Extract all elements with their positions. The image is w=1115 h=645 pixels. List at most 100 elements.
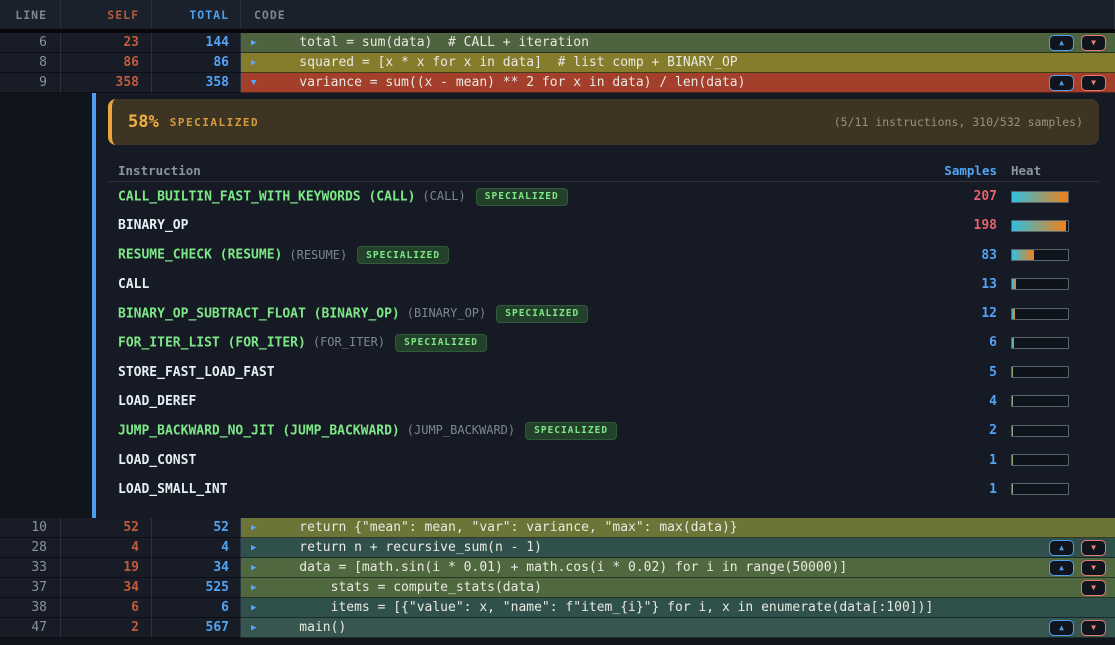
instruction-sample-count: 6: [937, 335, 997, 350]
heat-bar: [1011, 366, 1069, 378]
code-row-line-6: 623144▶ total = sum(data) # CALL + itera…: [0, 33, 1115, 53]
instruction-row: CALL13: [108, 270, 1099, 299]
instruction-opcode-label: JUMP_BACKWARD_NO_JIT (JUMP_BACKWARD): [118, 423, 400, 438]
expand-row-icon[interactable]: ▶: [251, 58, 268, 68]
self-samples: 6: [61, 598, 152, 618]
samples-column-header: Samples: [937, 163, 997, 178]
instruction-row: STORE_FAST_LOAD_FAST5: [108, 358, 1099, 387]
instruction-opcode-label: STORE_FAST_LOAD_FAST: [118, 365, 275, 380]
profiler-app: LINE SELF TOTAL CODE 623144▶ total = sum…: [0, 0, 1115, 645]
heat-bar: [1011, 483, 1069, 495]
expand-row-icon[interactable]: ▶: [251, 563, 268, 573]
code-cell: ▶ items = [{"value": x, "name": f"item_{…: [241, 598, 1115, 618]
instruction-base-opcode: (BINARY_OP): [407, 306, 486, 320]
code-cell: ▶ total = sum(data) # CALL + iteration▲▼: [241, 33, 1115, 53]
instruction-opcode-label: CALL: [118, 277, 149, 292]
code-row-line-28: 2844▶ return n + recursive_sum(n - 1)▲▼: [0, 538, 1115, 558]
jump-down-button[interactable]: ▼: [1081, 35, 1106, 51]
jump-down-button[interactable]: ▼: [1081, 620, 1106, 636]
heat-bar: [1011, 425, 1069, 437]
expand-row-icon[interactable]: ▶: [251, 623, 268, 633]
code-source-text: return n + recursive_sum(n - 1): [268, 540, 1049, 555]
code-row-line-47: 472567▶ main()▲▼: [0, 618, 1115, 638]
column-header-code: CODE: [241, 0, 1115, 29]
column-header-self: SELF: [61, 0, 152, 29]
jump-up-button[interactable]: ▲: [1049, 540, 1074, 556]
instruction-name: JUMP_BACKWARD_NO_JIT (JUMP_BACKWARD) (JUM…: [108, 422, 937, 440]
heat-column-header: Heat: [1011, 163, 1099, 178]
instruction-sample-count: 12: [937, 306, 997, 321]
jump-up-button[interactable]: ▲: [1049, 35, 1074, 51]
instruction-opcode-label: RESUME_CHECK (RESUME): [118, 248, 282, 263]
instruction-opcode-label: LOAD_DEREF: [118, 394, 196, 409]
code-row-line-9: 9358358▼ variance = sum((x - mean) ** 2 …: [0, 73, 1115, 93]
expand-row-icon[interactable]: ▶: [251, 523, 268, 533]
jump-up-button[interactable]: ▲: [1049, 620, 1074, 636]
self-samples: 4: [61, 538, 152, 558]
total-samples: 52: [152, 518, 241, 538]
instruction-row: LOAD_CONST1: [108, 445, 1099, 474]
code-source-text: data = [math.sin(i * 0.01) + math.cos(i …: [268, 560, 1049, 575]
row-nav-buttons: ▲▼: [1049, 35, 1106, 51]
instruction-table-header: Instruction Samples Heat: [108, 159, 1099, 182]
expand-row-icon[interactable]: ▶: [251, 583, 268, 593]
specialized-badge: SPECIALIZED: [476, 188, 568, 206]
code-source-text: variance = sum((x - mean) ** 2 for x in …: [268, 75, 1049, 90]
collapse-row-icon[interactable]: ▼: [251, 78, 268, 88]
instruction-sample-count: 2: [937, 423, 997, 438]
expand-row-icon[interactable]: ▶: [251, 38, 268, 48]
self-samples: 19: [61, 558, 152, 578]
jump-down-button[interactable]: ▼: [1081, 560, 1106, 576]
jump-down-button[interactable]: ▼: [1081, 540, 1106, 556]
row-nav-buttons: ▲▼: [1049, 540, 1106, 556]
code-source-text: stats = compute_stats(data): [268, 580, 1081, 595]
specialization-stats: (5/11 instructions, 310/532 samples): [834, 115, 1083, 129]
line-number: 38: [0, 598, 61, 618]
line-number: 47: [0, 618, 61, 638]
specialized-percent: 58%: [128, 112, 159, 132]
instruction-row: CALL_BUILTIN_FAST_WITH_KEYWORDS (CALL)(C…: [108, 182, 1099, 211]
jump-up-button[interactable]: ▲: [1049, 560, 1074, 576]
code-row-line-8: 88686▶ squared = [x * x for x in data] #…: [0, 53, 1115, 73]
instruction-row: LOAD_SMALL_INT1: [108, 475, 1099, 504]
line-number: 33: [0, 558, 61, 578]
instruction-sample-count: 198: [937, 218, 997, 233]
instruction-name: LOAD_DEREF: [108, 394, 937, 409]
instruction-base-opcode: (JUMP_BACKWARD): [407, 423, 515, 437]
heat-bar: [1011, 249, 1069, 261]
instruction-sample-count: 207: [937, 189, 997, 204]
expand-row-icon[interactable]: ▶: [251, 543, 268, 553]
specialization-banner: 58% SPECIALIZED (5/11 instructions, 310/…: [108, 99, 1099, 145]
code-row-line-33: 331934▶ data = [math.sin(i * 0.01) + mat…: [0, 558, 1115, 578]
instruction-sample-count: 83: [937, 248, 997, 263]
instruction-opcode-label: LOAD_SMALL_INT: [118, 482, 228, 497]
code-row-line-10: 105252▶ return {"mean": mean, "var": var…: [0, 518, 1115, 538]
row-nav-buttons: ▼: [1081, 580, 1106, 596]
expand-row-icon[interactable]: ▶: [251, 603, 268, 613]
instruction-row: BINARY_OP_SUBTRACT_FLOAT (BINARY_OP)(BIN…: [108, 299, 1099, 328]
jump-down-button[interactable]: ▼: [1081, 580, 1106, 596]
heat-bar-fill: [1012, 309, 1015, 319]
code-rows-bottom: 105252▶ return {"mean": mean, "var": var…: [0, 518, 1115, 638]
heat-bar-fill: [1012, 426, 1013, 436]
code-cell: ▶ return n + recursive_sum(n - 1)▲▼: [241, 538, 1115, 558]
jump-down-button[interactable]: ▼: [1081, 75, 1106, 91]
heat-bar: [1011, 278, 1069, 290]
heat-bar: [1011, 454, 1069, 466]
instruction-name: STORE_FAST_LOAD_FAST: [108, 365, 937, 380]
heat-bar-fill: [1012, 192, 1068, 202]
code-cell: ▶ squared = [x * x for x in data] # list…: [241, 53, 1115, 73]
line-number: 9: [0, 73, 61, 93]
instruction-name: RESUME_CHECK (RESUME)(RESUME)SPECIALIZED: [108, 246, 937, 264]
row-nav-buttons: ▲▼: [1049, 560, 1106, 576]
total-samples: 567: [152, 618, 241, 638]
total-samples: 358: [152, 73, 241, 93]
instruction-name: BINARY_OP: [108, 218, 937, 233]
instruction-opcode-label: FOR_ITER_LIST (FOR_ITER): [118, 335, 306, 350]
code-row-line-38: 3866▶ items = [{"value": x, "name": f"it…: [0, 598, 1115, 618]
jump-up-button[interactable]: ▲: [1049, 75, 1074, 91]
heat-bar-fill: [1012, 250, 1034, 260]
instruction-opcode-label: LOAD_CONST: [118, 453, 196, 468]
instruction-column-header: Instruction: [118, 163, 937, 178]
instruction-name: LOAD_SMALL_INT: [108, 482, 937, 497]
